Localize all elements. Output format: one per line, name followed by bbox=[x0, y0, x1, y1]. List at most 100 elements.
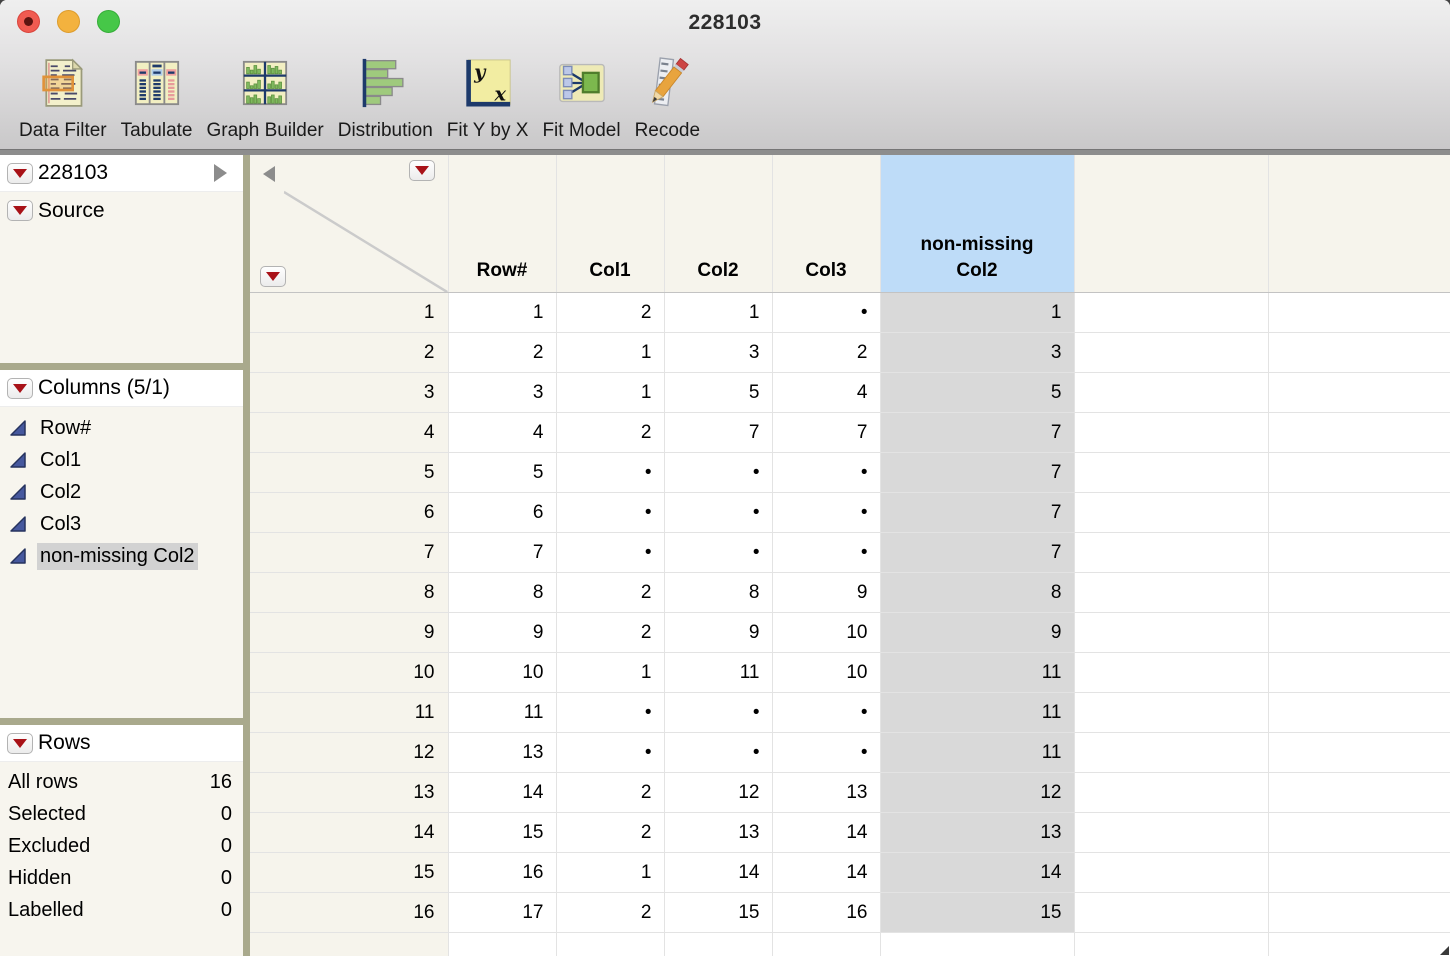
data-cell[interactable] bbox=[1074, 492, 1269, 534]
data-cell[interactable]: 1 bbox=[556, 852, 665, 894]
data-cell[interactable] bbox=[1268, 532, 1450, 574]
data-cell[interactable]: 16 bbox=[448, 852, 557, 894]
data-cell[interactable]: 1 bbox=[664, 292, 773, 334]
column-header-col1[interactable]: Col1 bbox=[556, 155, 665, 294]
data-cell[interactable] bbox=[448, 932, 557, 956]
minimize-button[interactable] bbox=[57, 10, 80, 33]
data-cell[interactable] bbox=[1074, 652, 1269, 694]
resize-grip[interactable] bbox=[1440, 946, 1449, 955]
data-cell[interactable]: 2 bbox=[556, 612, 665, 654]
data-cell[interactable] bbox=[1074, 772, 1269, 814]
data-cell[interactable]: 7 bbox=[772, 412, 881, 454]
data-cell[interactable] bbox=[1268, 652, 1450, 694]
data-cell[interactable] bbox=[1074, 372, 1269, 414]
row-number-cell[interactable]: 12 bbox=[250, 732, 449, 774]
data-cell[interactable]: 11 bbox=[448, 692, 557, 734]
data-cell[interactable] bbox=[1268, 332, 1450, 374]
data-cell[interactable]: 12 bbox=[664, 772, 773, 814]
data-cell[interactable]: 4 bbox=[448, 412, 557, 454]
data-cell[interactable]: 10 bbox=[772, 612, 881, 654]
data-cell[interactable]: • bbox=[556, 692, 665, 734]
close-button[interactable] bbox=[17, 10, 40, 33]
data-cell[interactable] bbox=[880, 932, 1075, 956]
data-cell[interactable]: 7 bbox=[880, 412, 1075, 454]
row-number-cell[interactable]: 7 bbox=[250, 532, 449, 574]
data-cell[interactable] bbox=[1268, 412, 1450, 454]
data-cell[interactable]: 12 bbox=[880, 772, 1075, 814]
row-number-cell[interactable]: 4 bbox=[250, 412, 449, 454]
data-cell[interactable]: • bbox=[772, 692, 881, 734]
row-number-cell[interactable]: 11 bbox=[250, 692, 449, 734]
data-cell[interactable]: 14 bbox=[772, 852, 881, 894]
data-cell[interactable] bbox=[772, 932, 881, 956]
source-menu-button[interactable] bbox=[7, 200, 33, 221]
data-cell[interactable] bbox=[1268, 852, 1450, 894]
data-cell[interactable]: 10 bbox=[448, 652, 557, 694]
data-cell[interactable] bbox=[1268, 692, 1450, 734]
data-cell[interactable]: 7 bbox=[880, 452, 1075, 494]
data-cell[interactable]: 4 bbox=[772, 372, 881, 414]
data-cell[interactable]: 7 bbox=[880, 492, 1075, 534]
data-cell[interactable]: 9 bbox=[880, 612, 1075, 654]
data-cell[interactable]: 2 bbox=[556, 812, 665, 854]
data-cell[interactable] bbox=[1074, 732, 1269, 774]
gray-left-arrow-icon[interactable] bbox=[263, 166, 275, 182]
data-cell[interactable]: 13 bbox=[448, 732, 557, 774]
row-number-cell[interactable]: 2 bbox=[250, 332, 449, 374]
rows-header-menu-button[interactable] bbox=[260, 266, 286, 288]
data-cell[interactable]: 3 bbox=[448, 372, 557, 414]
row-number-cell[interactable]: 9 bbox=[250, 612, 449, 654]
data-cell[interactable]: 11 bbox=[880, 652, 1075, 694]
column-header-non-missing-col2[interactable]: non-missing Col2 bbox=[880, 155, 1075, 294]
columns-menu-button[interactable] bbox=[7, 377, 33, 399]
data-cell[interactable]: 14 bbox=[448, 772, 557, 814]
data-cell[interactable] bbox=[556, 932, 665, 956]
data-cell[interactable]: 2 bbox=[556, 892, 665, 934]
row-number-cell[interactable] bbox=[250, 932, 449, 956]
column-header-col3[interactable]: Col3 bbox=[772, 155, 881, 294]
data-cell[interactable]: 2 bbox=[772, 332, 881, 374]
toolbar-recode[interactable]: Recode bbox=[628, 45, 708, 140]
row-number-cell[interactable]: 8 bbox=[250, 572, 449, 614]
data-cell[interactable]: 9 bbox=[448, 612, 557, 654]
data-cell[interactable]: • bbox=[556, 492, 665, 534]
data-cell[interactable] bbox=[1074, 532, 1269, 574]
data-cell[interactable]: • bbox=[772, 292, 881, 334]
row-number-cell[interactable]: 10 bbox=[250, 652, 449, 694]
row-number-cell[interactable]: 14 bbox=[250, 812, 449, 854]
data-cell[interactable]: 7 bbox=[664, 412, 773, 454]
data-cell[interactable]: 11 bbox=[880, 732, 1075, 774]
data-cell[interactable]: • bbox=[664, 692, 773, 734]
data-cell[interactable]: 3 bbox=[880, 332, 1075, 374]
data-cell[interactable]: 11 bbox=[880, 692, 1075, 734]
data-cell[interactable]: 15 bbox=[880, 892, 1075, 934]
data-cell[interactable]: 6 bbox=[448, 492, 557, 534]
data-cell[interactable] bbox=[1074, 612, 1269, 654]
data-cell[interactable]: 7 bbox=[448, 532, 557, 574]
data-cell[interactable] bbox=[1074, 572, 1269, 614]
toolbar-data-filter[interactable]: Data Filter bbox=[12, 45, 114, 140]
data-cell[interactable]: 16 bbox=[772, 892, 881, 934]
data-cell[interactable]: • bbox=[772, 492, 881, 534]
data-cell[interactable]: 5 bbox=[880, 372, 1075, 414]
data-cell[interactable]: 5 bbox=[664, 372, 773, 414]
column-list-item[interactable]: non-missing Col2 bbox=[0, 540, 243, 572]
data-cell[interactable] bbox=[1268, 612, 1450, 654]
data-cell[interactable]: 1 bbox=[556, 652, 665, 694]
data-cell[interactable] bbox=[1074, 332, 1269, 374]
data-cell[interactable]: 5 bbox=[448, 452, 557, 494]
data-cell[interactable]: 15 bbox=[448, 812, 557, 854]
data-cell[interactable]: 8 bbox=[664, 572, 773, 614]
data-cell[interactable]: • bbox=[772, 532, 881, 574]
data-cell[interactable]: 17 bbox=[448, 892, 557, 934]
data-cell[interactable] bbox=[1268, 892, 1450, 934]
data-cell[interactable] bbox=[1268, 772, 1450, 814]
row-number-cell[interactable]: 6 bbox=[250, 492, 449, 534]
data-cell[interactable]: 14 bbox=[664, 852, 773, 894]
row-number-cell[interactable]: 5 bbox=[250, 452, 449, 494]
data-cell[interactable] bbox=[1074, 692, 1269, 734]
row-number-cell[interactable]: 16 bbox=[250, 892, 449, 934]
data-cell[interactable]: 9 bbox=[772, 572, 881, 614]
data-cell[interactable] bbox=[1074, 932, 1269, 956]
data-cell[interactable]: • bbox=[772, 732, 881, 774]
